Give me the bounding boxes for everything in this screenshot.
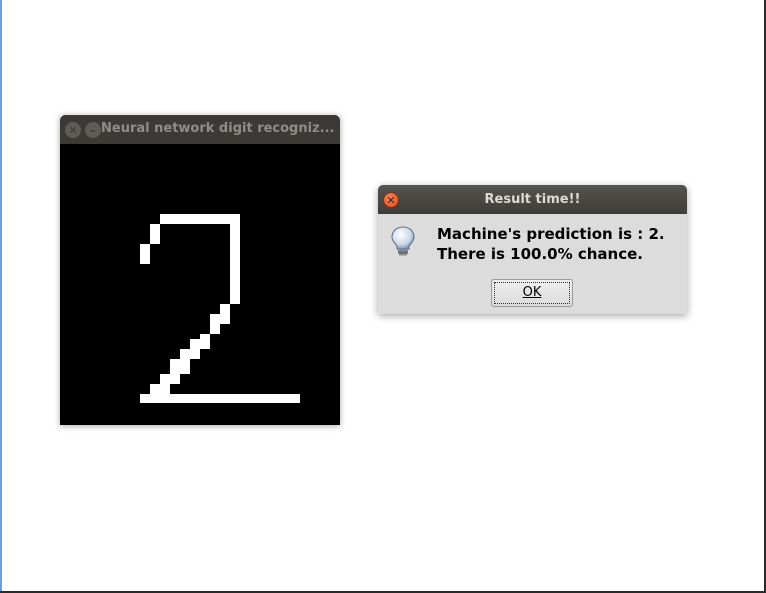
focus-ring [494,282,570,304]
drawn-digit [140,214,300,403]
confidence-line: There is 100.0% chance. [437,245,644,263]
dialog-titlebar[interactable]: ✕ Result time!! [378,185,687,214]
minimize-window-button[interactable]: – [85,122,101,138]
desktop-left-edge [0,0,2,593]
prediction-message: Machine's prediction is : 2. There is 10… [437,224,665,264]
canvas-window-title: Neural network digit recogniz... [101,121,335,136]
canvas-window-titlebar[interactable]: ✕ – Neural network digit recogniz... [60,115,340,144]
ok-button[interactable]: OK [491,279,573,307]
digit-canvas-window: ✕ – Neural network digit recogniz... [60,115,340,425]
lightbulb-icon [390,225,416,261]
close-window-button[interactable]: ✕ [65,122,81,138]
dialog-title: Result time!! [484,192,581,207]
result-dialog: ✕ Result time!! Machine's prediction is … [378,185,687,314]
minimize-icon: – [90,123,96,137]
prediction-line: Machine's prediction is : 2. [437,225,665,243]
close-icon: ✕ [68,123,78,137]
drawing-canvas[interactable] [60,144,340,425]
